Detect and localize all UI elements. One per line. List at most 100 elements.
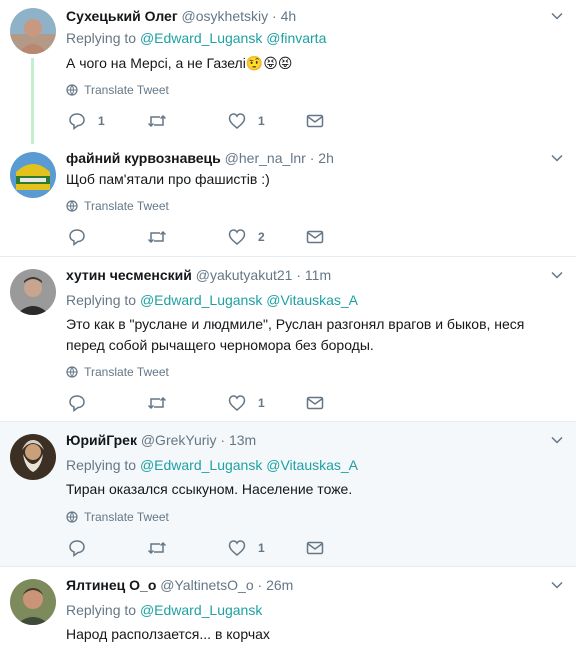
chevron-down-icon[interactable] [550, 268, 564, 282]
reply-button[interactable] [68, 227, 98, 247]
tweet-header: Ялтинец О_о @YaltinetsO_o · 26m [66, 575, 536, 595]
heart-icon [228, 113, 246, 129]
tweet-header: Сухецький Олег @osykhetskiy · 4h [66, 6, 536, 26]
direct-message-button[interactable] [306, 538, 324, 558]
translate-tweet-link[interactable]: Translate Tweet [66, 509, 169, 525]
avatar[interactable] [10, 579, 56, 625]
tweet[interactable]: хутин чесменский @yakutyakut21 · 11m Rep… [0, 256, 576, 421]
retweet-button[interactable] [147, 227, 179, 247]
display-name[interactable]: хутин чесменский [66, 267, 192, 283]
timestamp[interactable]: 4h [281, 8, 297, 24]
tweet[interactable]: Ялтинец О_о @YaltinetsO_o · 26m Replying… [0, 566, 576, 650]
retweet-icon [147, 114, 167, 128]
timestamp[interactable]: 11m [305, 267, 331, 283]
user-handle[interactable]: @GrekYuriy [141, 432, 217, 448]
separator-dot: · [272, 8, 277, 24]
retweet-button[interactable] [147, 111, 179, 131]
like-button[interactable]: 1 [228, 111, 265, 131]
avatar[interactable] [10, 269, 56, 315]
replying-to-label: Replying to [66, 292, 137, 308]
tweet[interactable]: файний курвознавець @her_na_lnr · 2h Щоб… [0, 140, 576, 256]
globe-icon [66, 200, 78, 212]
tweet-text: Это как в "руслане и людмиле", Руслан ра… [66, 316, 525, 353]
display-name[interactable]: Сухецький Олег [66, 8, 178, 24]
retweet-button[interactable] [147, 393, 179, 413]
user-handle[interactable]: @her_na_lnr [225, 150, 306, 166]
chevron-down-icon[interactable] [550, 9, 564, 23]
like-count: 1 [258, 114, 265, 128]
globe-icon [66, 366, 78, 378]
mention-link[interactable]: @Edward_Lugansk [140, 30, 262, 46]
chevron-down-icon[interactable] [550, 578, 564, 592]
replying-to: Replying to @Edward_Lugansk [66, 601, 262, 619]
display-name[interactable]: ЮрийГрек [66, 432, 137, 448]
reply-icon [69, 540, 85, 557]
direct-message-button[interactable] [306, 393, 324, 413]
timestamp[interactable]: 2h [318, 150, 334, 166]
translate-tweet-link[interactable]: Translate Tweet [66, 82, 169, 98]
envelope-icon [306, 230, 324, 244]
translate-label: Translate Tweet [84, 83, 169, 97]
chevron-down-icon[interactable] [550, 433, 564, 447]
avatar[interactable] [10, 434, 56, 480]
separator-dot: · [296, 267, 302, 283]
user-handle[interactable]: @yakutyakut21 [196, 267, 293, 283]
translate-label: Translate Tweet [84, 199, 169, 213]
timestamp[interactable]: 13m [229, 432, 256, 448]
separator-dot: · [257, 577, 263, 593]
mention-link[interactable]: @Edward_Lugansk [140, 602, 262, 618]
tweet-text: А чого на Мерсі, а не Газелі🤨😝😝 [66, 55, 293, 71]
display-name[interactable]: файний курвознавець [66, 150, 221, 166]
user-handle[interactable]: @osykhetskiy [182, 8, 269, 24]
like-button[interactable]: 1 [228, 393, 265, 413]
retweet-icon [147, 396, 167, 410]
replying-to-label: Replying to [66, 457, 137, 473]
translate-tweet-link[interactable]: Translate Tweet [66, 364, 169, 380]
tweet-actions: 1 [66, 393, 366, 413]
separator-dot: · [309, 150, 315, 166]
mention-link[interactable]: @finvarta [266, 30, 326, 46]
replying-to: Replying to @Edward_Lugansk @Vitauskas_A [66, 291, 358, 309]
avatar[interactable] [10, 152, 56, 198]
tweet[interactable]: Сухецький Олег @osykhetskiy · 4h Replyin… [0, 0, 576, 144]
tweet-actions: 1 1 [66, 111, 366, 131]
mention-link[interactable]: @Vitauskas_A [266, 292, 358, 308]
replying-to-label: Replying to [66, 30, 137, 46]
chevron-down-icon[interactable] [550, 151, 564, 165]
replying-to-label: Replying to [66, 602, 137, 618]
retweet-icon [147, 230, 167, 244]
reply-button[interactable]: 1 [68, 111, 105, 131]
display-name[interactable]: Ялтинец О_о [66, 577, 156, 593]
like-count: 1 [258, 541, 265, 555]
heart-icon [228, 395, 246, 411]
replying-to: Replying to @Edward_Lugansk @Vitauskas_A [66, 456, 358, 474]
tweet[interactable]: ЮрийГрек @GrekYuriy · 13m Replying to @E… [0, 421, 576, 566]
like-button[interactable]: 2 [228, 227, 265, 247]
reply-icon [69, 113, 85, 130]
mention-link[interactable]: @Edward_Lugansk [140, 292, 262, 308]
thread-line [31, 58, 34, 144]
translate-tweet-link[interactable]: Translate Tweet [66, 198, 169, 214]
reply-button[interactable] [68, 393, 98, 413]
like-button[interactable]: 1 [228, 538, 265, 558]
reply-icon [69, 395, 85, 412]
tweet-actions: 1 [66, 538, 366, 558]
retweet-button[interactable] [147, 538, 179, 558]
separator-dot: · [220, 432, 226, 448]
reply-icon [69, 229, 85, 246]
tweet-text: Щоб пам'ятали про фашистів :) [66, 171, 270, 187]
user-handle[interactable]: @YaltinetsO_o [160, 577, 253, 593]
mention-link[interactable]: @Edward_Lugansk [140, 457, 262, 473]
tweet-text: Народ расползается... в корчах [66, 626, 270, 642]
mention-link[interactable]: @Vitauskas_A [266, 457, 358, 473]
timestamp[interactable]: 26m [266, 577, 293, 593]
envelope-icon [306, 114, 324, 128]
replying-to: Replying to @Edward_Lugansk @finvarta [66, 29, 326, 47]
avatar[interactable] [10, 8, 56, 54]
direct-message-button[interactable] [306, 227, 324, 247]
heart-icon [228, 540, 246, 556]
reply-button[interactable] [68, 538, 98, 558]
translate-label: Translate Tweet [84, 510, 169, 524]
direct-message-button[interactable] [306, 111, 324, 131]
globe-icon [66, 511, 78, 523]
